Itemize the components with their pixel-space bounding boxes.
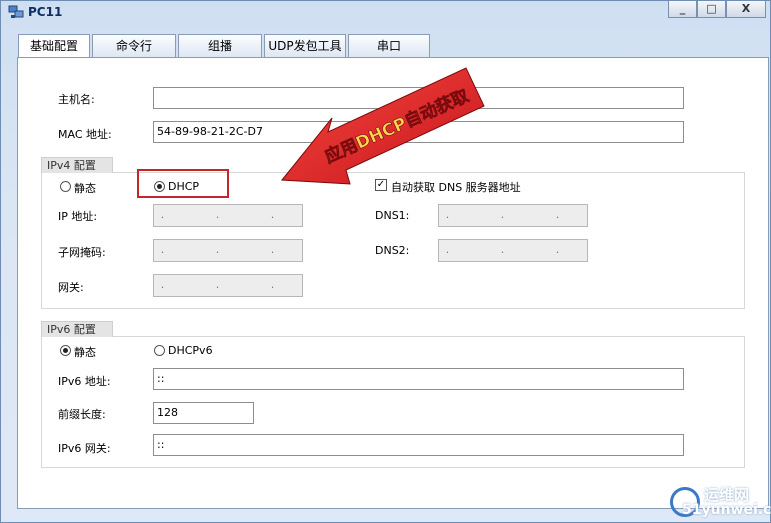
ipv6-gateway-input[interactable]: :: — [153, 434, 684, 456]
dhcp-highlight-box — [137, 169, 229, 198]
ipv6-static-label: 静态 — [74, 346, 96, 359]
ipv4-mask-label: 子网掩码: — [58, 246, 106, 259]
ipv6-group-title: IPv6 配置 — [41, 321, 113, 337]
ipv6-prefix-input[interactable]: 128 — [153, 402, 254, 424]
close-button[interactable]: X — [726, 1, 766, 18]
site-watermark: 运维网 51yunwei.com — [670, 483, 771, 523]
mac-label: MAC 地址: — [58, 128, 112, 141]
annotation-arrow: 应用DHCP自动获取 — [281, 67, 485, 185]
dns2-label: DNS2: — [375, 244, 410, 257]
maximize-button[interactable]: □ — [697, 1, 726, 18]
ipv4-ip-label: IP 地址: — [58, 210, 98, 223]
ipv6-static-radio[interactable] — [60, 345, 71, 356]
ipv4-gateway-label: 网关: — [58, 281, 84, 294]
ipv6-prefix-label: 前缀长度: — [58, 408, 106, 421]
ipv4-static-radio[interactable] — [60, 181, 71, 192]
ipv6-gateway-label: IPv6 网关: — [58, 442, 111, 455]
tab-basic-config[interactable]: 基础配置 — [18, 34, 90, 59]
ipv4-static-label: 静态 — [74, 182, 96, 195]
tab-serial[interactable]: 串口 — [348, 34, 430, 58]
tab-udp-tool[interactable]: UDP发包工具 — [264, 34, 346, 58]
ipv4-mask-input[interactable]: . . . — [153, 239, 303, 262]
title-bar[interactable]: PC11 _ □ X — [1, 1, 770, 25]
ipv6-dhcpv6-radio[interactable] — [154, 345, 165, 356]
dns1-label: DNS1: — [375, 209, 410, 222]
pc-app-icon — [8, 5, 24, 18]
tab-multicast[interactable]: 组播 — [178, 34, 262, 58]
ipv4-group-title: IPv4 配置 — [41, 157, 113, 173]
tab-command-line[interactable]: 命令行 — [92, 34, 176, 58]
minimize-button[interactable]: _ — [668, 1, 697, 18]
dns1-input[interactable]: . . . — [438, 204, 588, 227]
watermark-url: 51yunwei.com — [682, 502, 771, 518]
ipv6-address-label: IPv6 地址: — [58, 375, 111, 388]
tab-bar: 基础配置 命令行 组播 UDP发包工具 串口 — [18, 34, 432, 59]
dns2-input[interactable]: . . . — [438, 239, 588, 262]
ipv4-gateway-input[interactable]: . . . — [153, 274, 303, 297]
hostname-label: 主机名: — [58, 93, 95, 106]
window-title: PC11 — [28, 5, 63, 19]
ipv6-dhcpv6-label: DHCPv6 — [168, 344, 213, 357]
ipv4-ip-input[interactable]: . . . — [153, 204, 303, 227]
ipv6-address-input[interactable]: :: — [153, 368, 684, 390]
